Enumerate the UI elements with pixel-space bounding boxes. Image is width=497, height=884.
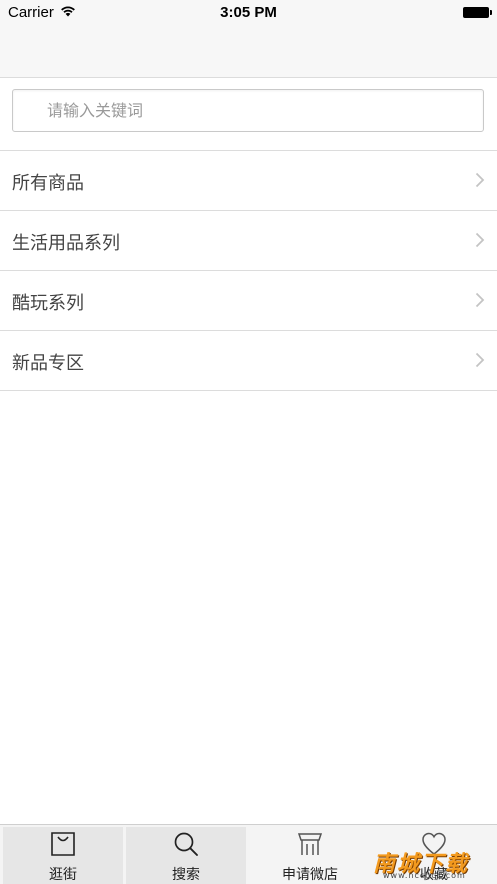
tab-label: 逛街 xyxy=(49,867,77,883)
tab-browse[interactable]: 逛街 xyxy=(3,827,123,884)
shopping-bag-icon xyxy=(51,832,75,856)
category-label: 生活用品系列 xyxy=(12,233,120,254)
search-icon xyxy=(174,832,198,856)
category-list: 所有商品 生活用品系列 酷玩系列 新品专区 xyxy=(0,151,497,391)
chevron-right-icon xyxy=(475,172,485,188)
search-input[interactable] xyxy=(47,90,467,131)
battery-icon xyxy=(463,7,492,18)
tab-apply-shop[interactable]: 申请微店 xyxy=(250,827,370,884)
chevron-right-icon xyxy=(475,232,485,248)
category-item-cool-play[interactable]: 酷玩系列 xyxy=(0,271,497,331)
chevron-right-icon xyxy=(475,292,485,308)
category-label: 新品专区 xyxy=(12,353,84,374)
category-item-new-arrivals[interactable]: 新品专区 xyxy=(0,331,497,391)
status-bar: Carrier 3:05 PM xyxy=(0,0,497,26)
tab-label: 申请微店 xyxy=(282,867,338,883)
category-item-all[interactable]: 所有商品 xyxy=(0,151,497,211)
chevron-right-icon xyxy=(475,352,485,368)
navigation-bar xyxy=(0,26,497,78)
tab-search[interactable]: 搜索 xyxy=(126,827,246,884)
search-box[interactable] xyxy=(12,89,484,132)
watermark-logo: 南城下载 www.nccgcc.com xyxy=(373,846,491,880)
tab-label: 搜索 xyxy=(172,867,200,883)
status-time: 3:05 PM xyxy=(220,4,277,21)
search-area xyxy=(0,78,497,151)
category-label: 酷玩系列 xyxy=(12,293,84,314)
shop-awning-icon xyxy=(297,833,323,855)
watermark-url: www.nccgcc.com xyxy=(383,871,466,880)
category-label: 所有商品 xyxy=(12,173,84,194)
category-item-daily-goods[interactable]: 生活用品系列 xyxy=(0,211,497,271)
